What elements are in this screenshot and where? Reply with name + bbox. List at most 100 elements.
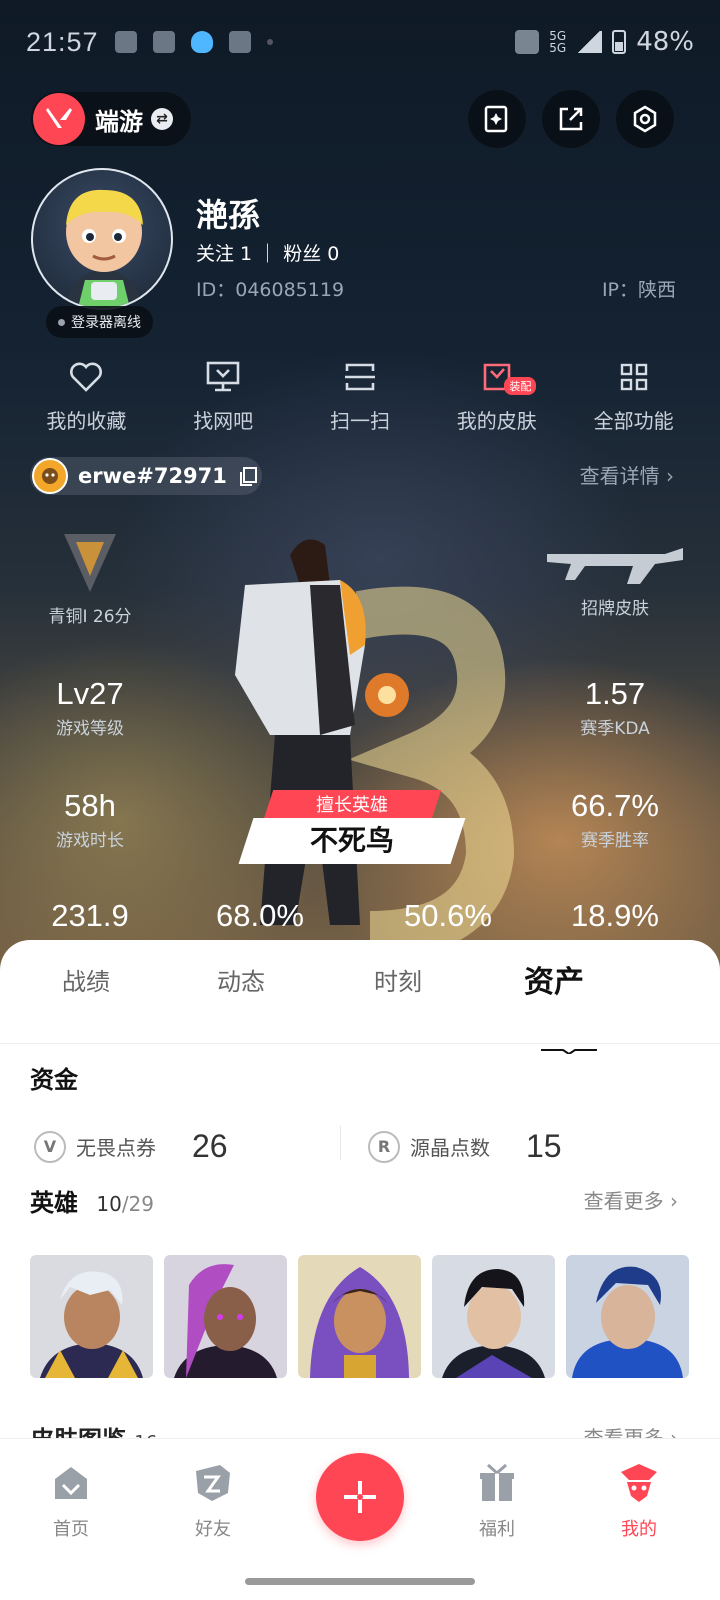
- gesture-home-bar[interactable]: [245, 1578, 475, 1585]
- radianite-points-icon: R: [368, 1130, 400, 1163]
- game-notification-icon: [228, 31, 251, 53]
- tab-moments[interactable]: 时刻: [374, 962, 422, 997]
- nav-me[interactable]: 我的: [594, 1461, 684, 1541]
- quick-action-all[interactable]: 全部功能: [565, 355, 702, 434]
- kda-stat: 1.57 赛季KDA: [555, 676, 675, 739]
- winrate-stat: 66.7% 赛季胜率: [555, 788, 675, 851]
- app-notification-icon: [114, 31, 137, 53]
- skin-label: 招牌皮肤: [581, 599, 649, 619]
- winrate-label: 赛季胜率: [581, 831, 649, 851]
- me-icon: [621, 1464, 657, 1502]
- rp-balance: R 源晶点数 15: [368, 1128, 562, 1165]
- hero-card[interactable]: [432, 1255, 555, 1378]
- playtime-stat: 58h 游戏时长: [30, 788, 150, 851]
- nav-label: 福利: [479, 1519, 515, 1540]
- valorant-logo-icon: [33, 93, 85, 145]
- share-icon: [559, 107, 583, 131]
- view-details-link[interactable]: 查看详情 ›: [580, 460, 674, 489]
- quick-action-label: 全部功能: [593, 409, 674, 433]
- hero-portrait-image: [432, 1255, 555, 1378]
- hero-portrait-image: [566, 1255, 689, 1378]
- switch-icon: ⇄: [151, 108, 173, 130]
- quick-action-label: 我的收藏: [46, 409, 127, 433]
- quick-action-favorites[interactable]: 我的收藏: [18, 355, 155, 434]
- weapon-skin-icon: [547, 548, 683, 584]
- best-hero-name-plate[interactable]: 不死鸟: [238, 818, 466, 864]
- game-switch-pill[interactable]: 端游 ⇄: [31, 92, 191, 146]
- level-value: Lv27: [56, 676, 124, 711]
- monitor-icon: [206, 361, 240, 392]
- game-account-tag[interactable]: erwe#72971: [30, 457, 262, 495]
- hero-card[interactable]: [30, 1255, 153, 1378]
- equip-badge: 装配: [504, 377, 537, 395]
- funds-title: 资金: [30, 1066, 78, 1094]
- hero-card[interactable]: [566, 1255, 689, 1378]
- level-label: 游戏等级: [56, 719, 124, 739]
- tab-divider: [0, 1043, 720, 1044]
- heart-icon: [70, 362, 103, 392]
- wechat-notification-icon: [152, 31, 175, 53]
- funds-divider: [340, 1126, 341, 1160]
- hero-card[interactable]: [164, 1255, 287, 1378]
- riot-id: erwe#72971: [78, 464, 227, 488]
- quick-actions: 我的收藏 找网吧 扫一扫 装配 我的皮肤 全部功能: [18, 355, 702, 434]
- heroes-title: 英雄 10/29: [30, 1189, 154, 1217]
- hero-card[interactable]: [298, 1255, 421, 1378]
- create-post-button[interactable]: [316, 1453, 404, 1541]
- rank-label: 青铜I 26分: [48, 607, 132, 627]
- settings-button[interactable]: [616, 90, 674, 148]
- quick-action-skins[interactable]: 装配 我的皮肤: [428, 355, 565, 434]
- nav-friends[interactable]: 好友: [168, 1461, 258, 1541]
- tab-assets[interactable]: 资产: [524, 957, 584, 1001]
- quick-action-scan[interactable]: 扫一扫: [292, 355, 429, 434]
- heroes-total: /29: [121, 1192, 154, 1216]
- phoenix-agent-artwork: [235, 539, 515, 945]
- tab-record[interactable]: 战绩: [62, 962, 110, 997]
- heroes-more-link[interactable]: 查看更多 ›: [584, 1185, 678, 1214]
- battery-icon: [612, 30, 627, 54]
- signature-skin-stat[interactable]: 招牌皮肤: [545, 540, 685, 619]
- copy-icon[interactable]: [237, 465, 259, 487]
- nav-label: 好友: [195, 1519, 231, 1540]
- scan-icon: [344, 363, 375, 391]
- home-icon: [55, 1467, 87, 1499]
- playtime-value: 58h: [64, 788, 116, 823]
- signal-label: 5G 5G: [549, 29, 567, 55]
- edit-card-button[interactable]: [468, 90, 526, 148]
- ip-location: IP：陕西: [601, 279, 676, 301]
- nfc-icon: [515, 30, 540, 54]
- stat-row4-4: 18.9%: [571, 898, 659, 933]
- quick-action-netcafe[interactable]: 找网吧: [155, 355, 292, 434]
- card-sparkle-icon: [484, 105, 508, 133]
- kda-label: 赛季KDA: [580, 719, 650, 739]
- nav-home[interactable]: 首页: [26, 1461, 116, 1541]
- gift-icon: [480, 1463, 514, 1501]
- level-stat: Lv27 游戏等级: [30, 676, 150, 739]
- nav-rewards[interactable]: 福利: [452, 1461, 542, 1541]
- nav-label: 首页: [53, 1519, 89, 1540]
- avatar[interactable]: [31, 168, 173, 310]
- signal-bars-icon: [576, 31, 603, 53]
- grid-icon: [620, 363, 647, 391]
- follow-counts[interactable]: 关注 1 ｜ 粉丝 0: [196, 239, 339, 266]
- share-button[interactable]: [542, 90, 600, 148]
- tab-activity[interactable]: 动态: [217, 962, 265, 997]
- active-tab-indicator: [541, 1049, 597, 1054]
- user-name: 滟孫: [196, 196, 261, 234]
- hero-portrait-image: [30, 1255, 153, 1378]
- game-account-avatar: [32, 458, 68, 494]
- quick-action-label: 我的皮肤: [456, 409, 537, 433]
- plus-icon: [344, 1481, 376, 1513]
- hero-portrait-image: [298, 1255, 421, 1378]
- nav-label: 我的: [621, 1519, 657, 1540]
- stat-row4-1: 231.9: [51, 898, 129, 933]
- winrate-value: 66.7%: [571, 788, 659, 823]
- kda-value: 1.57: [584, 676, 646, 711]
- valorant-points-icon: V: [34, 1130, 66, 1163]
- rp-label: 源晶点数: [410, 1136, 490, 1160]
- vp-label: 无畏点券: [76, 1136, 156, 1160]
- rank-stat[interactable]: 青铜I 26分: [40, 530, 140, 627]
- stat-row4-3: 50.6%: [404, 898, 492, 933]
- status-bar: 21:57 5G 5G 48%: [26, 22, 694, 62]
- login-status-badge: 登录器离线: [46, 306, 153, 338]
